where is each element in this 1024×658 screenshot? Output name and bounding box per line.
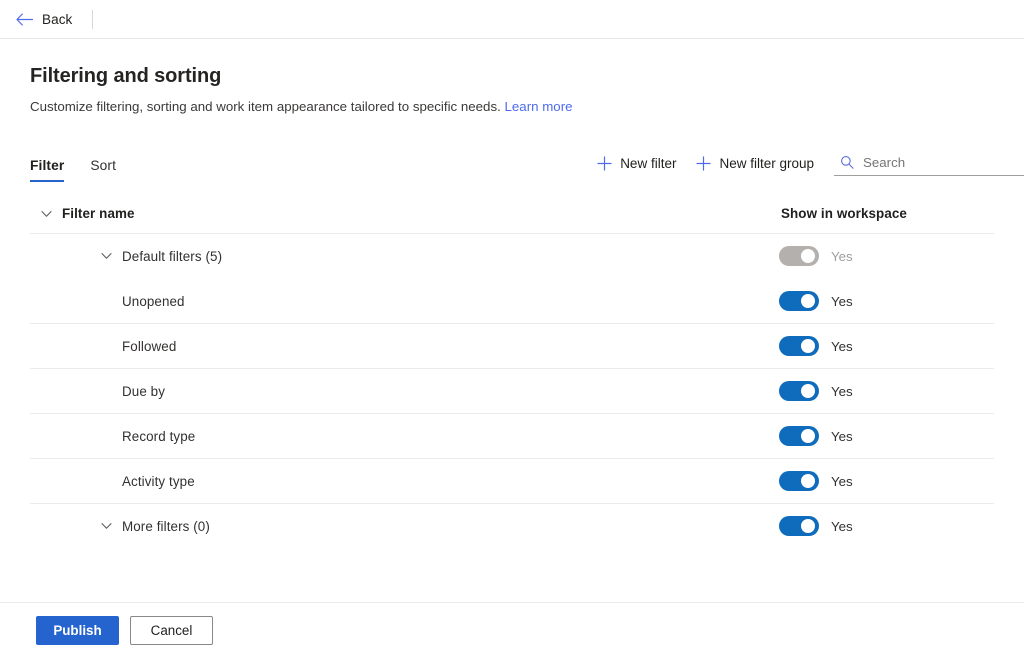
show-in-workspace-toggle[interactable]	[779, 381, 819, 401]
arrow-left-icon	[16, 12, 33, 26]
toggle-knob	[801, 294, 815, 308]
show-in-workspace-toggle[interactable]	[779, 291, 819, 311]
row-toggle-cell: Yes	[779, 426, 994, 446]
show-in-workspace-toggle	[779, 246, 819, 266]
back-button[interactable]: Back	[10, 4, 78, 34]
tab-command-bar: Filter Sort New filter New filter group	[0, 142, 1024, 182]
search-icon	[840, 155, 854, 169]
table-row[interactable]: Default filters (5) Yes	[30, 234, 994, 279]
new-filter-group-label: New filter group	[719, 156, 814, 171]
command-group: New filter New filter group	[587, 151, 1024, 182]
show-in-workspace-toggle[interactable]	[779, 336, 819, 356]
row-toggle-cell: Yes	[779, 381, 994, 401]
top-command-bar: Back	[0, 0, 1024, 39]
row-toggle-cell: Yes	[779, 336, 994, 356]
show-in-workspace-toggle[interactable]	[779, 516, 819, 536]
column-header-filter-name[interactable]: Filter name	[62, 206, 135, 221]
expand-chevron-icon[interactable]	[90, 522, 122, 530]
row-toggle-cell: Yes	[779, 471, 994, 491]
page-title: Filtering and sorting	[30, 65, 222, 87]
row-name-cell: Default filters (5)	[30, 249, 779, 264]
tab-list: Filter Sort	[30, 142, 116, 182]
row-label: Due by	[122, 383, 166, 399]
row-label: Default filters (5)	[122, 248, 223, 264]
page-header: Filtering and sorting Customize filterin…	[0, 39, 1024, 116]
row-label: Activity type	[122, 473, 195, 489]
grid-header-toggle-cell: Show in workspace	[779, 206, 994, 221]
row-toggle-cell: Yes	[779, 246, 994, 266]
toolbar-divider	[92, 9, 94, 29]
collapse-all-chevron[interactable]	[30, 210, 62, 218]
back-label: Back	[42, 11, 73, 27]
tab-sort-label: Sort	[90, 158, 117, 173]
plus-icon	[597, 156, 612, 171]
expand-chevron-icon[interactable]	[90, 252, 122, 260]
toggle-state-label: Yes	[831, 293, 853, 309]
new-filter-group-button[interactable]: New filter group	[686, 151, 824, 176]
search-input[interactable]	[863, 154, 1022, 170]
new-filter-label: New filter	[620, 156, 677, 171]
show-in-workspace-toggle[interactable]	[779, 471, 819, 491]
toggle-knob	[801, 429, 815, 443]
tab-filter-label: Filter	[30, 158, 65, 173]
page-subtitle-text: Customize filtering, sorting and work it…	[30, 99, 501, 114]
column-header-show-in-workspace[interactable]: Show in workspace	[781, 206, 907, 221]
new-filter-button[interactable]: New filter	[587, 151, 686, 176]
cancel-button[interactable]: Cancel	[130, 616, 213, 645]
toggle-state-label: Yes	[831, 248, 853, 264]
row-label: More filters (0)	[122, 518, 210, 534]
page-subtitle: Customize filtering, sorting and work it…	[30, 98, 994, 116]
row-name-cell: Unopened	[30, 294, 779, 309]
search-box[interactable]	[834, 152, 1024, 176]
footer-actions: Publish Cancel	[0, 603, 1024, 658]
publish-button[interactable]: Publish	[36, 616, 119, 645]
row-name-cell: More filters (0)	[30, 519, 779, 534]
show-in-workspace-toggle[interactable]	[779, 426, 819, 446]
tab-filter[interactable]: Filter	[30, 158, 65, 182]
toggle-state-label: Yes	[831, 428, 853, 444]
toggle-state-label: Yes	[831, 473, 853, 489]
toggle-state-label: Yes	[831, 518, 853, 534]
grid-header-row: Filter name Show in workspace	[30, 194, 994, 234]
table-row[interactable]: More filters (0) Yes	[30, 504, 994, 549]
row-name-cell: Due by	[30, 384, 779, 399]
row-label: Unopened	[122, 293, 185, 309]
row-toggle-cell: Yes	[779, 516, 994, 536]
row-name-cell: Record type	[30, 429, 779, 444]
table-row[interactable]: Followed Yes	[30, 324, 994, 369]
toggle-state-label: Yes	[831, 383, 853, 399]
row-label: Followed	[122, 338, 177, 354]
table-row[interactable]: Activity type Yes	[30, 459, 994, 504]
table-row[interactable]: Unopened Yes	[30, 279, 994, 324]
learn-more-link[interactable]: Learn more	[505, 99, 573, 114]
toggle-knob	[801, 384, 815, 398]
row-name-cell: Followed	[30, 339, 779, 354]
toggle-knob	[801, 339, 815, 353]
row-name-cell: Activity type	[30, 474, 779, 489]
row-toggle-cell: Yes	[779, 291, 994, 311]
toggle-knob	[801, 474, 815, 488]
toggle-state-label: Yes	[831, 338, 853, 354]
table-row[interactable]: Record type Yes	[30, 414, 994, 459]
tab-sort[interactable]: Sort	[90, 158, 116, 182]
grid-header-name-cell: Filter name	[30, 206, 779, 221]
plus-icon	[696, 156, 712, 171]
table-row[interactable]: Due by Yes	[30, 369, 994, 414]
toggle-knob	[801, 249, 815, 263]
row-label: Record type	[122, 428, 196, 444]
toggle-knob	[801, 519, 815, 533]
filter-grid: Filter name Show in workspace Default fi…	[0, 194, 1024, 549]
